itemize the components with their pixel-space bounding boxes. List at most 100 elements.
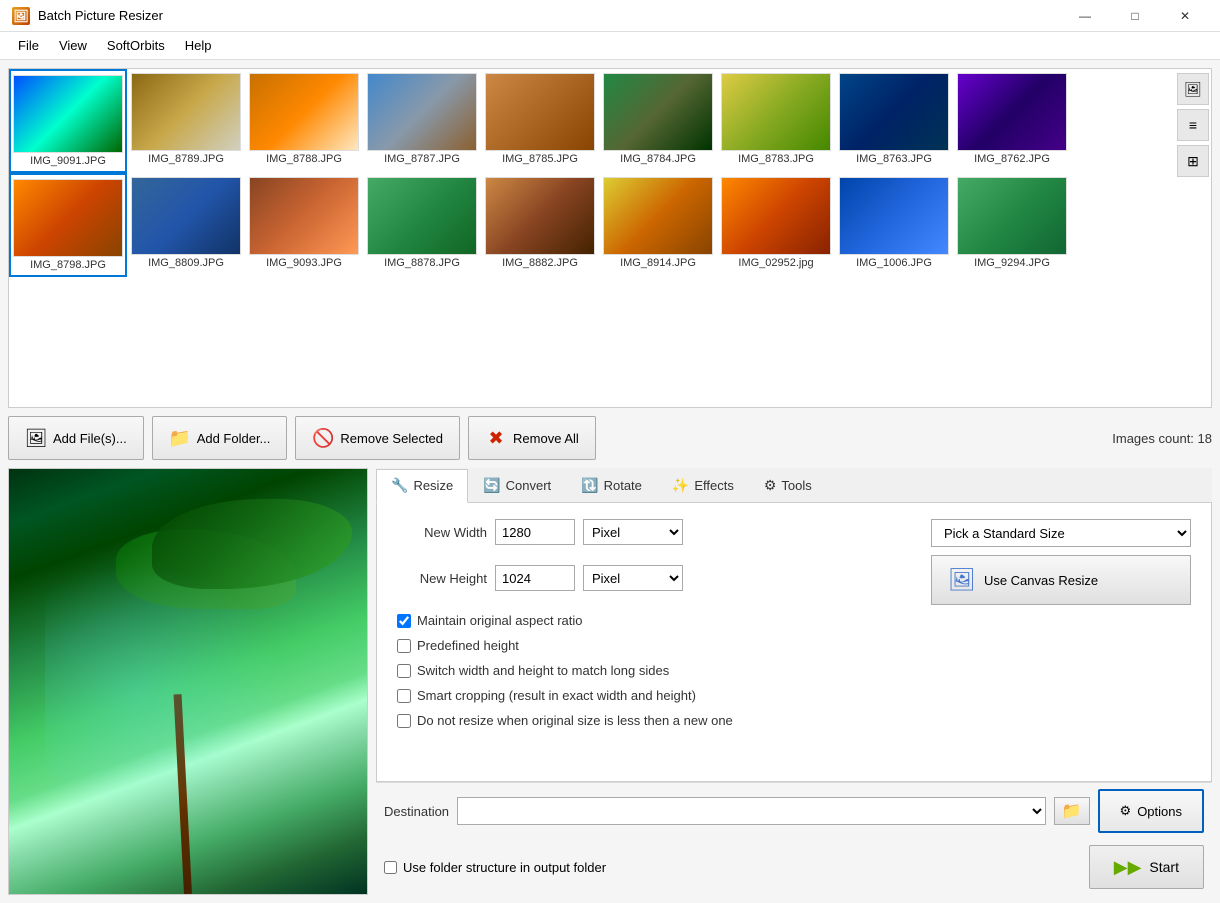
- folder-structure-row: Use folder structure in output folder: [384, 860, 606, 875]
- predefined-height-label[interactable]: Predefined height: [417, 638, 519, 653]
- thumb-item[interactable]: IMG_8763.JPG: [835, 69, 953, 173]
- gallery-view-grid[interactable]: ⊞: [1177, 145, 1209, 177]
- no-resize-label[interactable]: Do not resize when original size is less…: [417, 713, 733, 728]
- tab-tools[interactable]: ⚙ Tools: [749, 468, 827, 502]
- thumb-item[interactable]: IMG_8762.JPG: [953, 69, 1071, 173]
- height-unit-select[interactable]: Pixel Percent cm inch: [583, 565, 683, 591]
- maximize-button[interactable]: □: [1112, 0, 1158, 32]
- smart-crop-checkbox[interactable]: [397, 689, 411, 703]
- menu-help[interactable]: Help: [175, 34, 222, 57]
- destination-browse-button[interactable]: 📁: [1054, 797, 1090, 825]
- checkboxes-section: Maintain original aspect ratio Predefine…: [397, 613, 1191, 728]
- switch-wh-checkbox[interactable]: [397, 664, 411, 678]
- toolbar-row: 🖼 Add File(s)... 📁 Add Folder... 🚫 Remov…: [8, 416, 1212, 460]
- add-files-button[interactable]: 🖼 Add File(s)...: [8, 416, 144, 460]
- thumb-label: IMG_1006.JPG: [839, 257, 949, 269]
- thumb-image: [13, 179, 123, 257]
- thumb-item[interactable]: IMG_8882.JPG: [481, 173, 599, 277]
- thumb-item[interactable]: IMG_8783.JPG: [717, 69, 835, 173]
- smart-crop-label[interactable]: Smart cropping (result in exact width an…: [417, 688, 696, 703]
- thumb-image: [249, 73, 359, 151]
- thumb-item[interactable]: IMG_02952.jpg: [717, 173, 835, 277]
- start-button[interactable]: ▶▶ Start: [1089, 845, 1204, 889]
- image-gallery: IMG_9091.JPG IMG_8789.JPG IMG_8788.JPG I…: [8, 68, 1212, 408]
- add-folder-button[interactable]: 📁 Add Folder...: [152, 416, 288, 460]
- thumb-image: [131, 177, 241, 255]
- options-gear-icon: ⚙: [1120, 803, 1132, 819]
- remove-selected-button[interactable]: 🚫 Remove Selected: [295, 416, 460, 460]
- images-count: Images count: 18: [1112, 431, 1212, 446]
- app-title: Batch Picture Resizer: [38, 8, 1062, 23]
- maintain-aspect-checkbox[interactable]: [397, 614, 411, 628]
- close-button[interactable]: ✕: [1162, 0, 1208, 32]
- thumb-item[interactable]: IMG_1006.JPG: [835, 173, 953, 277]
- menu-view[interactable]: View: [49, 34, 97, 57]
- width-unit-select[interactable]: Pixel Percent cm inch: [583, 519, 683, 545]
- thumb-image: [367, 73, 477, 151]
- thumb-image: [957, 177, 1067, 255]
- resize-tab-icon: 🔧: [391, 477, 408, 494]
- thumb-item[interactable]: IMG_8787.JPG: [363, 69, 481, 173]
- gallery-view-list[interactable]: ≡: [1177, 109, 1209, 141]
- options-label: Options: [1137, 804, 1182, 819]
- add-folder-label: Add Folder...: [197, 431, 271, 446]
- options-button[interactable]: ⚙ Options: [1098, 789, 1204, 833]
- thumb-label: IMG_8882.JPG: [485, 257, 595, 269]
- remove-selected-label: Remove Selected: [340, 431, 443, 446]
- destination-input[interactable]: [457, 797, 1045, 825]
- thumb-item[interactable]: IMG_8914.JPG: [599, 173, 717, 277]
- rotate-tab-label: Rotate: [604, 478, 642, 493]
- thumb-label: IMG_8914.JPG: [603, 257, 713, 269]
- menu-softorbits[interactable]: SoftOrbits: [97, 34, 175, 57]
- width-row: New Width Pixel Percent cm inch: [397, 519, 683, 545]
- tab-rotate[interactable]: 🔃 Rotate: [566, 468, 657, 502]
- new-width-input[interactable]: [495, 519, 575, 545]
- thumb-item[interactable]: IMG_8789.JPG: [127, 69, 245, 173]
- thumb-item[interactable]: IMG_9093.JPG: [245, 173, 363, 277]
- thumb-image: [485, 177, 595, 255]
- gallery-view-large[interactable]: 🖼: [1177, 73, 1209, 105]
- tab-resize[interactable]: 🔧 Resize: [376, 469, 468, 503]
- tab-convert[interactable]: 🔄 Convert: [468, 468, 566, 502]
- thumb-item[interactable]: IMG_9294.JPG: [953, 173, 1071, 277]
- menu-bar: File View SoftOrbits Help: [0, 32, 1220, 60]
- menu-file[interactable]: File: [8, 34, 49, 57]
- remove-all-button[interactable]: ✖ Remove All: [468, 416, 596, 460]
- smart-crop-row: Smart cropping (result in exact width an…: [397, 688, 1191, 703]
- new-height-label: New Height: [397, 571, 487, 586]
- predefined-height-checkbox[interactable]: [397, 639, 411, 653]
- start-arrow-icon: ▶▶: [1114, 857, 1142, 878]
- folder-structure-checkbox[interactable]: [384, 861, 397, 874]
- switch-wh-label[interactable]: Switch width and height to match long si…: [417, 663, 669, 678]
- tab-effects[interactable]: ✨ Effects: [657, 468, 749, 502]
- thumb-item[interactable]: IMG_8788.JPG: [245, 69, 363, 173]
- thumb-image: [603, 177, 713, 255]
- thumb-label: IMG_02952.jpg: [721, 257, 831, 269]
- folder-structure-label[interactable]: Use folder structure in output folder: [403, 860, 606, 875]
- thumb-image: [957, 73, 1067, 151]
- window-controls: — □ ✕: [1062, 0, 1208, 32]
- thumb-label: IMG_8788.JPG: [249, 153, 359, 165]
- new-height-input[interactable]: [495, 565, 575, 591]
- thumb-label: IMG_9091.JPG: [13, 155, 123, 167]
- no-resize-checkbox[interactable]: [397, 714, 411, 728]
- no-resize-row: Do not resize when original size is less…: [397, 713, 1191, 728]
- thumb-item[interactable]: IMG_8798.JPG: [9, 173, 127, 277]
- add-files-label: Add File(s)...: [53, 431, 127, 446]
- thumb-item[interactable]: IMG_8785.JPG: [481, 69, 599, 173]
- thumb-item[interactable]: IMG_8784.JPG: [599, 69, 717, 173]
- thumb-item[interactable]: IMG_9091.JPG: [9, 69, 127, 173]
- canvas-resize-button[interactable]: 🖼 Use Canvas Resize: [931, 555, 1191, 605]
- standard-size-select[interactable]: Pick a Standard Size 640x480 800x600 102…: [931, 519, 1191, 547]
- thumb-item[interactable]: IMG_8809.JPG: [127, 173, 245, 277]
- thumb-label: IMG_9294.JPG: [957, 257, 1067, 269]
- thumb-item[interactable]: IMG_8878.JPG: [363, 173, 481, 277]
- thumb-image: [839, 73, 949, 151]
- thumb-label: IMG_8785.JPG: [485, 153, 595, 165]
- thumb-image: [367, 177, 477, 255]
- thumb-label: IMG_8784.JPG: [603, 153, 713, 165]
- destination-label: Destination: [384, 804, 449, 819]
- thumb-label: IMG_8762.JPG: [957, 153, 1067, 165]
- maintain-aspect-label[interactable]: Maintain original aspect ratio: [417, 613, 582, 628]
- minimize-button[interactable]: —: [1062, 0, 1108, 32]
